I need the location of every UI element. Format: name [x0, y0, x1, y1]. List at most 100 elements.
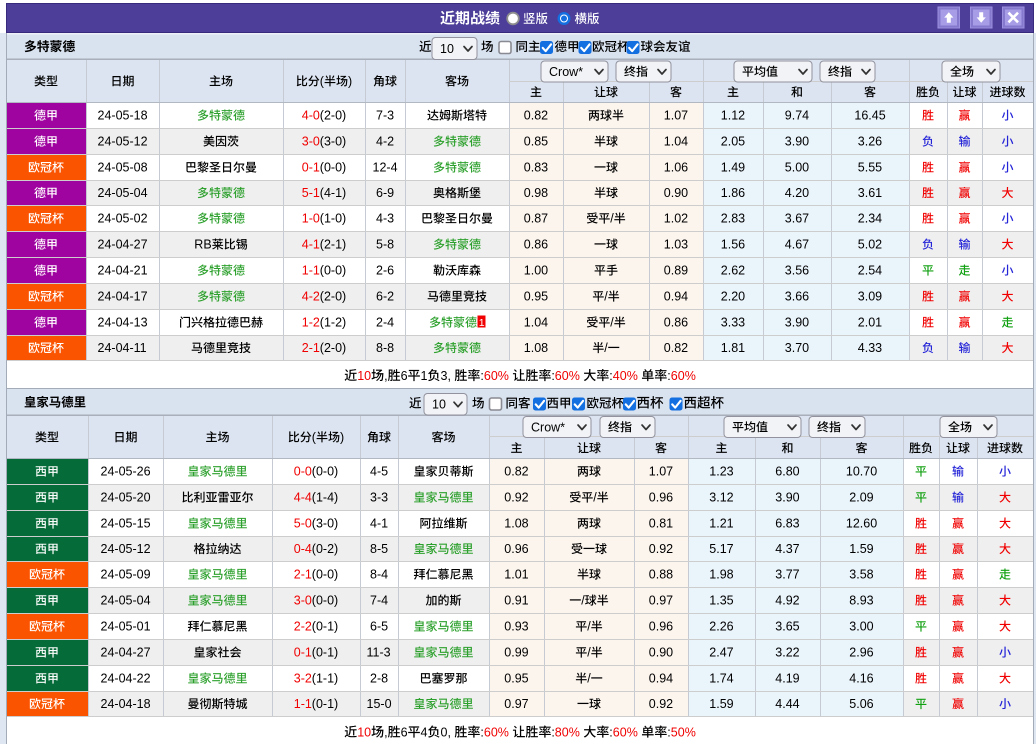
svg-text:0-1: 0-1 — [294, 646, 312, 660]
svg-text:3-0: 3-0 — [302, 135, 320, 149]
svg-text:0.95: 0.95 — [524, 290, 548, 304]
svg-text:Crow*: Crow* — [549, 65, 583, 79]
svg-text:0.88: 0.88 — [649, 568, 673, 582]
svg-text:6.83: 6.83 — [775, 517, 799, 531]
svg-text:(2-0): (2-0) — [320, 109, 346, 123]
svg-text:(0-2): (0-2) — [312, 542, 338, 556]
svg-text:60%: 60% — [555, 369, 580, 383]
svg-text:4-0: 4-0 — [302, 109, 320, 123]
svg-text:24-05-09: 24-05-09 — [101, 568, 151, 582]
svg-text:60%: 60% — [671, 369, 696, 383]
svg-text:5.06: 5.06 — [849, 697, 873, 711]
svg-text:60%: 60% — [484, 369, 509, 383]
svg-text:3.66: 3.66 — [785, 290, 809, 304]
svg-text:5.02: 5.02 — [858, 238, 882, 252]
svg-text:10: 10 — [440, 42, 454, 56]
svg-text:2.47: 2.47 — [709, 646, 733, 660]
svg-text:1.12: 1.12 — [721, 109, 745, 123]
svg-text:3.56: 3.56 — [785, 264, 809, 278]
svg-text:5-1: 5-1 — [302, 186, 320, 200]
svg-text:0.99: 0.99 — [504, 646, 528, 660]
svg-text:1-1: 1-1 — [294, 697, 312, 711]
svg-text:0.90: 0.90 — [649, 646, 673, 660]
svg-text:1.07: 1.07 — [649, 465, 673, 479]
svg-text:4.19: 4.19 — [775, 672, 799, 686]
svg-text:2-1: 2-1 — [302, 341, 320, 355]
svg-text:1.03: 1.03 — [664, 238, 688, 252]
svg-text:3.12: 3.12 — [709, 491, 733, 505]
svg-text:10.70: 10.70 — [846, 465, 877, 479]
svg-text:1.02: 1.02 — [664, 212, 688, 226]
svg-text:2-8: 2-8 — [370, 672, 388, 686]
svg-text:3.90: 3.90 — [785, 135, 809, 149]
svg-text:16.45: 16.45 — [854, 109, 885, 123]
svg-text:24-04-27: 24-04-27 — [98, 238, 148, 252]
svg-text:3.67: 3.67 — [785, 212, 809, 226]
svg-text:5.00: 5.00 — [785, 161, 809, 175]
svg-text:4.44: 4.44 — [775, 697, 799, 711]
svg-text:1.07: 1.07 — [664, 109, 688, 123]
svg-text:3-0: 3-0 — [294, 594, 312, 608]
svg-text:(0-1): (0-1) — [312, 620, 338, 634]
svg-text:,: , — [384, 726, 387, 740]
svg-text:40%: 40% — [613, 369, 638, 383]
svg-text:24-05-18: 24-05-18 — [98, 109, 148, 123]
svg-text:7-4: 7-4 — [370, 594, 388, 608]
svg-text:24-05-20: 24-05-20 — [101, 491, 151, 505]
svg-text:1.81: 1.81 — [721, 341, 745, 355]
svg-text:(3-0): (3-0) — [320, 135, 346, 149]
svg-text:,: , — [384, 369, 387, 383]
svg-text:24-05-26: 24-05-26 — [101, 465, 151, 479]
svg-text:3,: 3, — [441, 369, 451, 383]
svg-text:(1-4): (1-4) — [312, 491, 338, 505]
svg-text:3.61: 3.61 — [858, 186, 882, 200]
svg-text:10: 10 — [357, 726, 371, 740]
svg-text:24-04-22: 24-04-22 — [101, 672, 151, 686]
svg-text:1.59: 1.59 — [709, 697, 733, 711]
svg-text:1: 1 — [421, 369, 428, 383]
svg-text:0.94: 0.94 — [664, 290, 688, 304]
svg-text:0.96: 0.96 — [649, 491, 673, 505]
svg-text:6-5: 6-5 — [370, 620, 388, 634]
svg-text:60%: 60% — [613, 726, 638, 740]
svg-text:0.92: 0.92 — [649, 697, 673, 711]
svg-text:4.92: 4.92 — [775, 594, 799, 608]
svg-text:3-2: 3-2 — [294, 672, 312, 686]
svg-text:0.93: 0.93 — [504, 620, 528, 634]
svg-text:(4-1): (4-1) — [320, 186, 346, 200]
svg-text:/: / — [610, 212, 614, 226]
svg-text:2-2: 2-2 — [294, 620, 312, 634]
svg-text:4.33: 4.33 — [858, 341, 882, 355]
svg-text:24-04-11: 24-04-11 — [98, 341, 147, 355]
svg-text:2.54: 2.54 — [858, 264, 882, 278]
svg-text:0.98: 0.98 — [524, 186, 548, 200]
svg-text:2.83: 2.83 — [721, 212, 745, 226]
svg-text:7-3: 7-3 — [376, 109, 394, 123]
svg-text:5.55: 5.55 — [858, 161, 882, 175]
svg-text:1-0: 1-0 — [302, 212, 320, 226]
svg-text:0.82: 0.82 — [504, 465, 528, 479]
svg-text:(1-1): (1-1) — [312, 672, 338, 686]
svg-text:0.87: 0.87 — [524, 212, 548, 226]
svg-text:4-3: 4-3 — [376, 212, 394, 226]
svg-text:24-05-04: 24-05-04 — [101, 594, 151, 608]
svg-text:3.09: 3.09 — [858, 290, 882, 304]
svg-text:/: / — [587, 646, 591, 660]
svg-text:RB: RB — [194, 238, 211, 252]
svg-text:12-4: 12-4 — [373, 161, 398, 175]
svg-text:1.00: 1.00 — [524, 264, 548, 278]
svg-text:1-2: 1-2 — [302, 316, 320, 330]
svg-text:/: / — [610, 316, 614, 330]
svg-text:24-05-01: 24-05-01 — [101, 620, 151, 634]
svg-text:80%: 80% — [555, 726, 580, 740]
svg-text:4-4: 4-4 — [294, 491, 312, 505]
svg-text:1.49: 1.49 — [721, 161, 745, 175]
svg-text:3.00: 3.00 — [849, 620, 873, 634]
svg-text:(0-1): (0-1) — [312, 646, 338, 660]
svg-text:): ) — [348, 74, 352, 88]
svg-text:5-0: 5-0 — [294, 517, 312, 531]
svg-text:12.60: 12.60 — [846, 517, 877, 531]
svg-text:2.20: 2.20 — [721, 290, 745, 304]
svg-text:/: / — [604, 290, 608, 304]
svg-text:50%: 50% — [671, 726, 696, 740]
